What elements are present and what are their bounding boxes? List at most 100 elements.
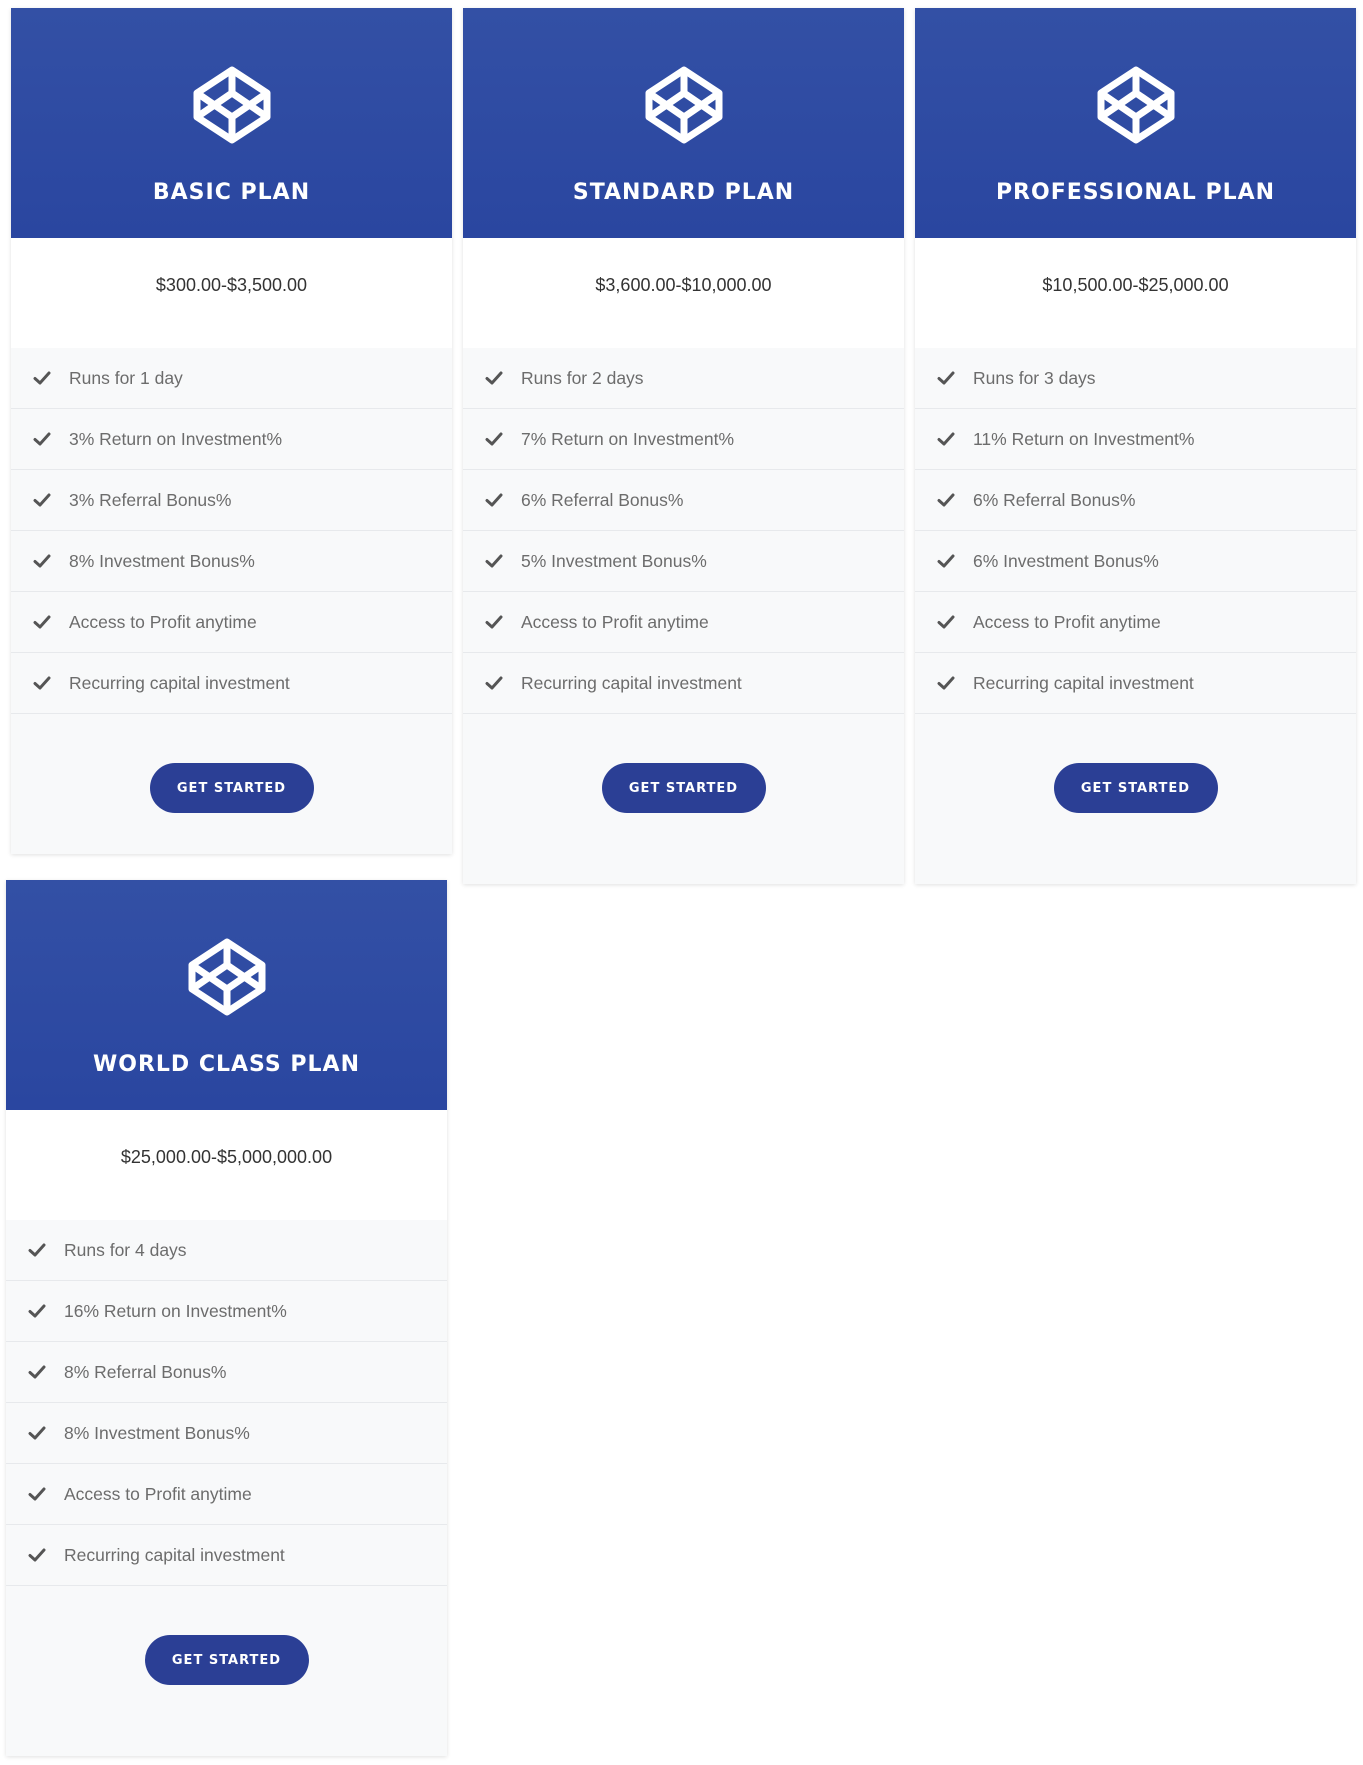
feature-text: Access to Profit anytime bbox=[973, 611, 1161, 632]
feature-text: 16% Return on Investment% bbox=[64, 1300, 287, 1321]
feature-item: 16% Return on Investment% bbox=[6, 1281, 447, 1342]
plan-header: WORLD CLASS PLAN bbox=[6, 880, 447, 1110]
feature-text: Recurring capital investment bbox=[973, 672, 1194, 693]
cta-area: GET STARTED bbox=[915, 714, 1356, 884]
feature-list: Runs for 4 days 16% Return on Investment… bbox=[6, 1220, 447, 1586]
feature-text: Access to Profit anytime bbox=[69, 611, 257, 632]
feature-text: 8% Investment Bonus% bbox=[64, 1422, 250, 1443]
feature-item: 6% Referral Bonus% bbox=[915, 470, 1356, 531]
check-icon bbox=[937, 676, 955, 690]
feature-item: 6% Investment Bonus% bbox=[915, 531, 1356, 592]
plan-price: $25,000.00-$5,000,000.00 bbox=[6, 1110, 447, 1220]
plan-price: $10,500.00-$25,000.00 bbox=[915, 238, 1356, 348]
feature-text: Access to Profit anytime bbox=[521, 611, 709, 632]
feature-item: Runs for 3 days bbox=[915, 348, 1356, 409]
check-icon bbox=[937, 493, 955, 507]
check-icon bbox=[485, 432, 503, 446]
feature-text: 3% Return on Investment% bbox=[69, 428, 283, 449]
check-icon bbox=[28, 1548, 46, 1562]
feature-item: Runs for 2 days bbox=[463, 348, 904, 409]
check-icon bbox=[485, 371, 503, 385]
check-icon bbox=[33, 554, 51, 568]
feature-text: Runs for 3 days bbox=[973, 367, 1096, 388]
get-started-button[interactable]: GET STARTED bbox=[1053, 763, 1218, 813]
plan-title: PROFESSIONAL PLAN bbox=[995, 180, 1276, 205]
feature-text: 5% Investment Bonus% bbox=[521, 550, 707, 571]
plan-header: PROFESSIONAL PLAN bbox=[915, 8, 1356, 238]
feature-text: 8% Investment Bonus% bbox=[69, 550, 255, 571]
feature-text: Runs for 2 days bbox=[521, 367, 644, 388]
check-icon bbox=[28, 1304, 46, 1318]
feature-item: Recurring capital investment bbox=[463, 653, 904, 714]
plan-card-world-class: WORLD CLASS PLAN $25,000.00-$5,000,000.0… bbox=[6, 880, 447, 1756]
feature-item: Access to Profit anytime bbox=[6, 1464, 447, 1525]
check-icon bbox=[937, 432, 955, 446]
feature-text: Recurring capital investment bbox=[521, 672, 742, 693]
feature-text: Access to Profit anytime bbox=[64, 1483, 252, 1504]
check-icon bbox=[28, 1426, 46, 1440]
feature-text: 7% Return on Investment% bbox=[521, 428, 735, 449]
feature-text: 6% Referral Bonus% bbox=[521, 489, 684, 510]
get-started-button[interactable]: GET STARTED bbox=[601, 763, 766, 813]
plan-title: STANDARD PLAN bbox=[572, 180, 795, 205]
check-icon bbox=[485, 493, 503, 507]
feature-item: 8% Investment Bonus% bbox=[6, 1403, 447, 1464]
check-icon bbox=[28, 1243, 46, 1257]
feature-item: 5% Investment Bonus% bbox=[463, 531, 904, 592]
feature-text: 8% Referral Bonus% bbox=[64, 1361, 227, 1382]
feature-item: 7% Return on Investment% bbox=[463, 409, 904, 470]
check-icon bbox=[33, 432, 51, 446]
cta-area: GET STARTED bbox=[6, 1586, 447, 1756]
check-icon bbox=[485, 676, 503, 690]
check-icon bbox=[485, 615, 503, 629]
check-icon bbox=[33, 493, 51, 507]
plan-card-standard: STANDARD PLAN $3,600.00-$10,000.00 Runs … bbox=[463, 8, 904, 884]
feature-item: Runs for 1 day bbox=[11, 348, 452, 409]
codepen-cube-icon bbox=[1097, 66, 1174, 144]
get-started-button[interactable]: GET STARTED bbox=[144, 1635, 309, 1685]
feature-item: Recurring capital investment bbox=[6, 1525, 447, 1586]
check-icon bbox=[485, 554, 503, 568]
feature-item: 3% Referral Bonus% bbox=[11, 470, 452, 531]
feature-list: Runs for 2 days 7% Return on Investment%… bbox=[463, 348, 904, 714]
feature-item: 11% Return on Investment% bbox=[915, 409, 1356, 470]
cta-area: GET STARTED bbox=[11, 714, 452, 854]
get-started-button[interactable]: GET STARTED bbox=[149, 763, 314, 813]
feature-item: Access to Profit anytime bbox=[915, 592, 1356, 653]
feature-item: 6% Referral Bonus% bbox=[463, 470, 904, 531]
feature-item: Runs for 4 days bbox=[6, 1220, 447, 1281]
check-icon bbox=[33, 615, 51, 629]
plan-price: $3,600.00-$10,000.00 bbox=[463, 238, 904, 348]
plan-title: BASIC PLAN bbox=[152, 180, 311, 205]
feature-text: 3% Referral Bonus% bbox=[69, 489, 232, 510]
feature-item: Recurring capital investment bbox=[11, 653, 452, 714]
cta-area: GET STARTED bbox=[463, 714, 904, 884]
check-icon bbox=[28, 1487, 46, 1501]
plan-card-basic: BASIC PLAN $300.00-$3,500.00 Runs for 1 … bbox=[11, 8, 452, 854]
codepen-cube-icon bbox=[193, 66, 270, 144]
feature-item: Access to Profit anytime bbox=[11, 592, 452, 653]
check-icon bbox=[28, 1365, 46, 1379]
feature-list: Runs for 1 day 3% Return on Investment% … bbox=[11, 348, 452, 714]
check-icon bbox=[937, 615, 955, 629]
feature-item: Access to Profit anytime bbox=[463, 592, 904, 653]
feature-text: 6% Investment Bonus% bbox=[973, 550, 1159, 571]
feature-text: Runs for 1 day bbox=[69, 367, 183, 388]
plan-header: BASIC PLAN bbox=[11, 8, 452, 238]
feature-item: 3% Return on Investment% bbox=[11, 409, 452, 470]
plan-header: STANDARD PLAN bbox=[463, 8, 904, 238]
feature-text: Recurring capital investment bbox=[64, 1544, 285, 1565]
feature-list: Runs for 3 days 11% Return on Investment… bbox=[915, 348, 1356, 714]
feature-item: Recurring capital investment bbox=[915, 653, 1356, 714]
codepen-cube-icon bbox=[188, 938, 265, 1016]
feature-text: 11% Return on Investment% bbox=[973, 428, 1195, 449]
codepen-cube-icon bbox=[645, 66, 722, 144]
check-icon bbox=[33, 371, 51, 385]
plan-price: $300.00-$3,500.00 bbox=[11, 238, 452, 348]
feature-item: 8% Referral Bonus% bbox=[6, 1342, 447, 1403]
plan-card-professional: PROFESSIONAL PLAN $10,500.00-$25,000.00 … bbox=[915, 8, 1356, 884]
check-icon bbox=[33, 676, 51, 690]
plan-title: WORLD CLASS PLAN bbox=[93, 1052, 360, 1077]
feature-item: 8% Investment Bonus% bbox=[11, 531, 452, 592]
check-icon bbox=[937, 554, 955, 568]
